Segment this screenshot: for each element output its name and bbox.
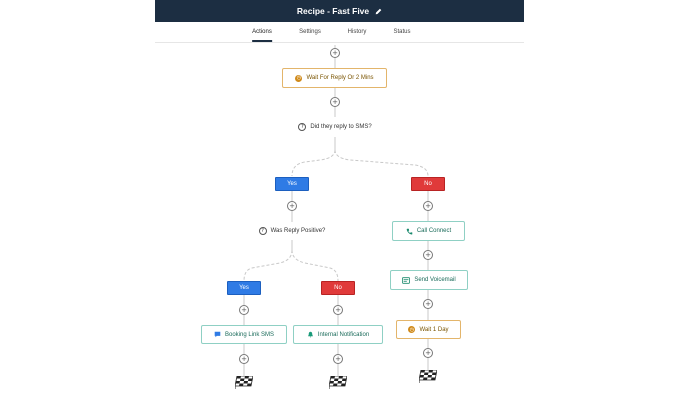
flow-connectors xyxy=(243,45,429,376)
add-step-button[interactable]: + xyxy=(330,48,340,58)
add-step-button[interactable]: + xyxy=(287,201,297,211)
step-label: Booking Link SMS xyxy=(224,331,275,338)
step-label: Send Voicemail xyxy=(414,277,456,283)
condition-reply-positive[interactable]: ? Was Reply Positive? xyxy=(242,222,342,240)
condition-label: Was Reply Positive? xyxy=(270,228,326,234)
checkered-flag-icon xyxy=(235,376,253,389)
condition-label: Did they reply to SMS? xyxy=(310,124,372,130)
wait-for-reply-step[interactable]: ◷ Wait For Reply Or 2 Mins xyxy=(282,68,387,88)
voicemail-icon xyxy=(402,276,411,284)
branch-yes-label: Yes xyxy=(227,281,261,295)
clock-icon: ◷ xyxy=(295,74,303,82)
call-connect-step[interactable]: Call Connect xyxy=(392,221,465,241)
branch-no-label: No xyxy=(321,281,355,295)
add-step-button[interactable]: + xyxy=(423,250,433,260)
add-step-button[interactable]: + xyxy=(239,354,249,364)
bell-icon xyxy=(307,331,313,338)
add-step-button[interactable]: + xyxy=(423,201,433,211)
add-step-button[interactable]: + xyxy=(239,305,249,315)
question-icon: ? xyxy=(258,227,267,235)
add-step-button[interactable]: + xyxy=(333,305,343,315)
step-label: Wait For Reply Or 2 Mins xyxy=(306,75,374,81)
booking-link-sms-step[interactable]: Booking Link SMS xyxy=(201,325,287,344)
send-voicemail-step[interactable]: Send Voicemail xyxy=(390,270,468,290)
branch-no-label: No xyxy=(411,177,445,191)
condition-replied-sms[interactable]: ? Did they reply to SMS? xyxy=(280,117,390,137)
add-step-button[interactable]: + xyxy=(330,97,340,107)
checkered-flag-icon xyxy=(329,376,347,389)
question-icon: ? xyxy=(298,123,307,131)
clock-icon: ◷ xyxy=(408,326,416,333)
step-label: Wait 1 Day xyxy=(419,326,449,333)
checkered-flag-icon xyxy=(419,370,437,383)
internal-notification-step[interactable]: Internal Notification xyxy=(293,325,383,344)
add-step-button[interactable]: + xyxy=(423,348,433,358)
step-label: Internal Notification xyxy=(317,331,370,338)
step-label: Call Connect xyxy=(416,228,452,234)
message-icon xyxy=(214,331,221,338)
phone-icon xyxy=(406,228,413,234)
branch-yes-label: Yes xyxy=(275,177,309,191)
add-step-button[interactable]: + xyxy=(333,354,343,364)
add-step-button[interactable]: + xyxy=(423,299,433,309)
wait-1-day-step[interactable]: ◷ Wait 1 Day xyxy=(396,320,461,339)
